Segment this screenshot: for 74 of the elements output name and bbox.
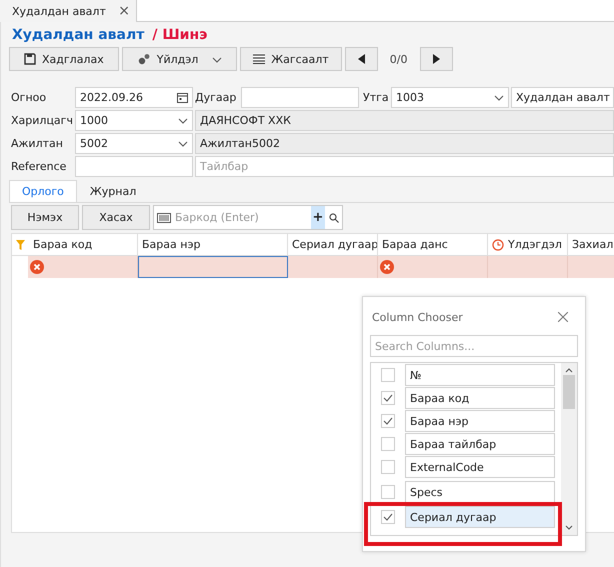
error-icon — [30, 260, 44, 274]
column-header[interactable]: Захиал — [568, 234, 614, 255]
partner-combo[interactable]: 1000 — [75, 110, 193, 131]
field-label: Харилцагч — [11, 114, 74, 127]
number-field[interactable] — [241, 87, 359, 108]
document-tab[interactable]: Худалдан авалт × — [0, 0, 137, 22]
actions-button[interactable]: Үйлдэл — [122, 47, 238, 71]
memo-combo[interactable]: 1003 — [391, 87, 509, 108]
panel-title: Column Chooser — [372, 310, 463, 324]
column-header[interactable]: Бараа нэр — [138, 234, 288, 255]
chevron-down-icon[interactable] — [565, 525, 573, 531]
add-button[interactable]: Нэмэх — [11, 205, 79, 230]
reference-field[interactable] — [75, 156, 193, 177]
column-item[interactable]: Сериал дугаар — [405, 506, 555, 528]
add-barcode-button[interactable]: + — [311, 206, 325, 229]
list-icon — [253, 54, 266, 64]
remove-button[interactable]: Хасах — [82, 205, 150, 230]
check-icon — [383, 394, 393, 402]
column-item[interactable]: Бараа код — [405, 387, 555, 409]
close-icon[interactable]: × — [118, 3, 130, 19]
field-label: Ажилтан — [11, 137, 64, 150]
tab[interactable]: Журнал — [76, 180, 150, 202]
partner-name-field: ДАЯНСОФТ ХХК — [195, 110, 614, 131]
tab[interactable]: Орлого — [9, 180, 77, 202]
employee-combo[interactable]: 5002 — [75, 133, 193, 154]
record-counter: 0/0 — [388, 52, 408, 68]
column-item[interactable]: № — [405, 364, 555, 386]
checkbox[interactable] — [381, 485, 395, 499]
column-header[interactable]: Бараа данс — [378, 234, 488, 255]
scrollbar[interactable] — [561, 363, 577, 535]
barcode-icon — [157, 212, 171, 222]
checkbox[interactable] — [381, 460, 395, 474]
column-item[interactable]: Бараа нэр — [405, 410, 555, 432]
column-item[interactable]: Specs — [405, 481, 555, 503]
check-icon — [383, 417, 393, 425]
field-label: Огноо — [11, 91, 48, 104]
memo-text-field[interactable]: Худалдан авалт — [511, 87, 614, 108]
check-icon — [383, 513, 393, 521]
chevron-down-icon[interactable] — [178, 140, 188, 146]
checkbox[interactable] — [381, 414, 395, 428]
calendar-icon[interactable] — [177, 92, 188, 103]
field-label: Утга — [363, 91, 390, 104]
right-triangle-icon — [432, 54, 440, 64]
date-field[interactable]: 2022.09.26 — [75, 87, 193, 108]
clock-icon — [492, 238, 504, 250]
page-title: Худалдан авалт — [12, 27, 144, 43]
column-header[interactable]: Бараа код — [12, 234, 138, 255]
next-button[interactable] — [420, 47, 453, 71]
column-header[interactable]: Үлдэгдэл — [488, 234, 568, 255]
checkbox[interactable] — [381, 437, 395, 451]
save-button[interactable]: Хадглалах — [9, 47, 119, 71]
search-icon[interactable] — [329, 212, 339, 222]
chevron-down-icon[interactable] — [178, 118, 188, 124]
barcode-field[interactable]: Баркод (Enter) + — [153, 205, 343, 230]
left-triangle-icon — [358, 54, 365, 64]
column-item[interactable]: Бараа тайлбар — [405, 433, 555, 455]
previous-button[interactable] — [344, 47, 378, 71]
checkbox[interactable] — [381, 510, 395, 524]
table-cell[interactable] — [138, 256, 288, 278]
filter-icon[interactable] — [16, 240, 25, 250]
error-icon — [380, 260, 394, 274]
scrollbar-thumb[interactable] — [563, 375, 575, 409]
close-icon[interactable] — [558, 312, 568, 322]
checkbox[interactable] — [381, 368, 395, 382]
chevron-up-icon[interactable] — [565, 367, 573, 373]
column-item[interactable]: ExternalCode — [405, 456, 555, 478]
checkbox[interactable] — [381, 391, 395, 405]
list-button[interactable]: Жагсаалт — [240, 47, 342, 71]
status-label: / Шинэ — [152, 27, 208, 43]
field-label: Reference — [11, 160, 68, 173]
field-label: Дугаар — [195, 91, 238, 104]
chevron-down-icon[interactable] — [494, 94, 504, 100]
chevron-down-icon[interactable] — [212, 56, 222, 62]
employee-name-field: Ажилтан5002 — [195, 133, 614, 154]
